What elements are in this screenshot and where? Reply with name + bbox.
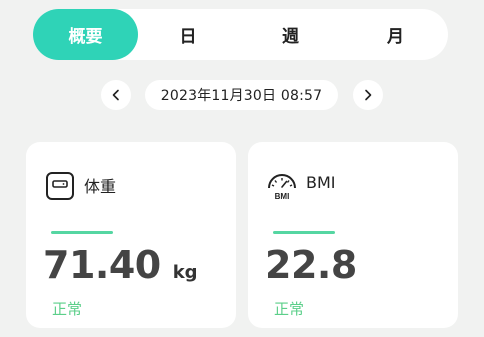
bmi-accent-line — [273, 231, 335, 234]
weight-value: 71.40 — [43, 243, 161, 287]
weight-accent-line — [51, 231, 113, 234]
previous-date-button[interactable] — [101, 80, 131, 110]
weight-card[interactable]: 体重 71.40 kg 正常 — [26, 142, 236, 328]
date-display[interactable]: 2023年11月30日 08:57 — [145, 80, 338, 110]
weight-value-row: 71.40 kg — [43, 243, 198, 287]
weight-title: 体重 — [84, 177, 117, 196]
bmi-value: 22.8 — [265, 243, 357, 287]
tab-month[interactable]: 月 — [343, 9, 448, 60]
bmi-title: BMI — [306, 173, 336, 192]
weight-status: 正常 — [52, 300, 83, 318]
tab-day[interactable]: 日 — [138, 9, 238, 60]
bmi-card[interactable]: BMI BMI 22.8 正常 — [248, 142, 458, 328]
chevron-left-icon — [112, 89, 119, 101]
tab-overview[interactable]: 概要 — [33, 9, 138, 60]
period-tabs: 概要 日 週 月 — [33, 9, 448, 60]
gauge-icon: BMI — [268, 174, 296, 201]
bmi-status: 正常 — [274, 300, 305, 318]
weight-unit: kg — [172, 262, 198, 283]
tab-week[interactable]: 週 — [238, 9, 343, 60]
next-date-button[interactable] — [353, 80, 383, 110]
gauge-icon-label: BMI — [275, 192, 290, 201]
app-root: 概要 日 週 月 2023年11月30日 08:57 体重 71.40 kg 正… — [0, 0, 484, 337]
scale-icon — [46, 172, 74, 200]
chevron-right-icon — [365, 89, 372, 101]
bmi-value-row: 22.8 — [265, 243, 357, 287]
